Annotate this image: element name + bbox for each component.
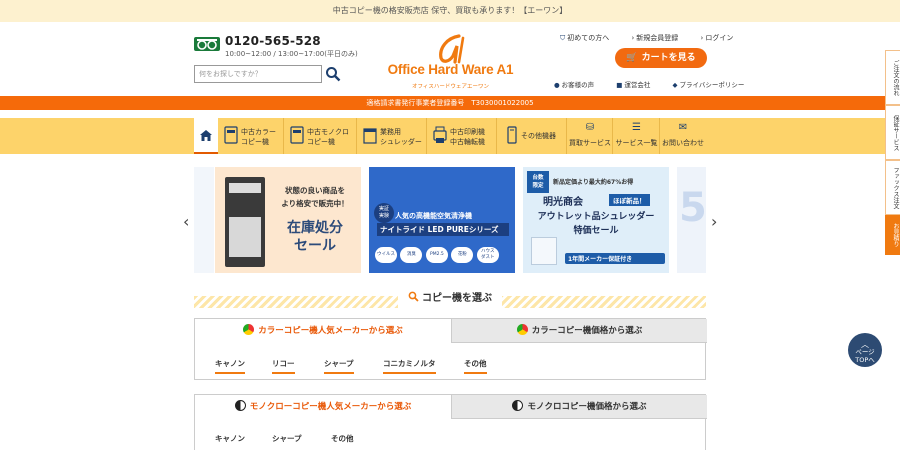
maker-canon[interactable]: キャノン bbox=[215, 358, 245, 374]
first-time-link[interactable]: ⛉ 初めての方へ bbox=[560, 34, 619, 42]
nav-services[interactable]: ☰ サービス一覧 bbox=[613, 118, 660, 154]
side-tab-warranty[interactable]: 保証サービス bbox=[885, 105, 900, 160]
freedial-icon bbox=[194, 37, 220, 51]
nav-buyback[interactable]: ⛁ 買取サービス bbox=[567, 118, 613, 154]
mono-copier-panel: モノクローコピー機人気メーカーから選ぶ モノクロコピー機価格から選ぶ キャノン … bbox=[194, 394, 707, 450]
voice-link[interactable]: ● お客様の声 bbox=[554, 81, 604, 89]
copier-icon bbox=[290, 126, 304, 144]
printer-icon bbox=[433, 126, 447, 143]
slide2-line1: 人気の高機能空気清浄機 bbox=[395, 212, 472, 220]
invoice-number-bar: 適格請求書発行事業者登録番号 T3030001022005 bbox=[0, 96, 900, 110]
register-link[interactable]: › 新規会員登録 bbox=[631, 34, 688, 42]
slider-next-arrow[interactable]: › bbox=[711, 212, 717, 231]
search-input[interactable]: 何をお探しですか？ bbox=[194, 65, 322, 83]
privacy-link[interactable]: ◆ プライバシーポリシー bbox=[672, 81, 754, 89]
slide3-warranty: 1年間メーカー保証付き bbox=[565, 253, 665, 264]
mono-ball-icon bbox=[234, 400, 246, 411]
slide-edge-right: 5 bbox=[677, 167, 706, 273]
nav-shredder[interactable]: 業務用 シュレッダー bbox=[357, 118, 427, 154]
list-icon: ☰ bbox=[632, 122, 641, 133]
nav-printer[interactable]: 中古印刷機 中古輪転機 bbox=[427, 118, 497, 154]
slide1-headline: 在庫処分 セール bbox=[287, 220, 343, 254]
slider-prev-arrow[interactable]: ‹ bbox=[183, 212, 189, 231]
slide-shredder-sale[interactable]: 台数 限定 新品定価より最大約67%お得 明光商会 ほぼ新品！ アウトレット品シ… bbox=[523, 167, 669, 273]
site-header: 0120-565-528 10:00~12:00 / 13:00~17:00(平… bbox=[0, 22, 900, 96]
side-tab-order-flow[interactable]: ご注文の流れ bbox=[885, 50, 900, 105]
top-announcement: 中古コピー機の格安販売店 保守、買取も承ります！【エーワン】 bbox=[0, 0, 900, 22]
section-title: コピー機を選ぶ bbox=[194, 289, 706, 309]
copier-icon bbox=[224, 126, 238, 144]
bag-icon: ⛁ bbox=[585, 122, 595, 133]
maker-sharp[interactable]: シャープ bbox=[272, 433, 302, 447]
logo-text: Office Hard Ware A1 bbox=[387, 62, 514, 77]
slide3-discount: 新品定価より最大約67%お得 bbox=[553, 179, 634, 186]
maker-canon[interactable]: キャノン bbox=[215, 433, 245, 447]
site-logo[interactable]: Office Hard Ware A1 オフィスハードウェアエーワン bbox=[383, 34, 518, 92]
main-nav: 中古カラー コピー機 中古モノクロ コピー機 業務用 シュレッダー 中古印刷機 … bbox=[0, 118, 900, 154]
slide2-badge: 実証 実験 bbox=[374, 203, 394, 223]
maker-other[interactable]: その他 bbox=[464, 358, 487, 374]
nav-other-devices[interactable]: その他機器 bbox=[497, 118, 567, 154]
nav-contact[interactable]: ✉ お問い合わせ bbox=[660, 118, 706, 154]
logo-subtext: オフィスハードウェアエーワン bbox=[412, 84, 489, 90]
slide-air-purifier[interactable]: 実証 実験 人気の高機能空気清浄機 ナイトライド LED PUREシリーズ ウイ… bbox=[369, 167, 515, 273]
banner-slider: 状態の良い商品を より格安で販売中！ 在庫処分 セール 実証 実験 人気の高機能… bbox=[194, 167, 706, 273]
maker-sharp[interactable]: シャープ bbox=[324, 358, 354, 374]
nav-color-copier[interactable]: 中古カラー コピー機 bbox=[218, 118, 284, 154]
header-bottom-links: ● お客様の声 ■ 運営会社 ◆ プライバシーポリシー bbox=[554, 79, 764, 89]
nav-home[interactable] bbox=[194, 118, 218, 154]
cart-button[interactable]: 🛒 カートを見る bbox=[615, 48, 707, 68]
shredder-image bbox=[531, 237, 557, 265]
search-icon bbox=[408, 291, 419, 302]
slide2-line2: ナイトライド LED PUREシリーズ bbox=[377, 223, 509, 236]
slide2-tags: ウイルス 消臭 PM2.5 花粉 ハウス ダスト bbox=[375, 247, 511, 263]
color-copier-panel: カラーコピー機人気メーカーから選ぶ カラーコピー機価格から選ぶ キャノン リコー… bbox=[194, 318, 707, 380]
tab-color-by-maker[interactable]: カラーコピー機人気メーカーから選ぶ bbox=[195, 319, 451, 343]
shredder-icon bbox=[363, 128, 377, 144]
phone-hours: 10:00~12:00 / 13:00~17:00(平日のみ) bbox=[225, 50, 358, 58]
logo-mark-icon bbox=[439, 34, 465, 64]
home-icon bbox=[200, 130, 212, 141]
page-top-button[interactable]: ︿ ページ TOPへ bbox=[848, 333, 882, 367]
slide3-tag: ほぼ新品！ bbox=[609, 194, 650, 206]
slide3-line2: 特価セール bbox=[573, 226, 619, 236]
color-ball-icon bbox=[243, 324, 255, 335]
slide3-line1: アウトレット品シュレッダー bbox=[537, 212, 655, 222]
nav-mono-copier[interactable]: 中古モノクロ コピー機 bbox=[284, 118, 357, 154]
company-link[interactable]: ■ 運営会社 bbox=[616, 81, 660, 89]
maker-ricoh[interactable]: リコー bbox=[272, 358, 295, 374]
slide3-brand: 明光商会 bbox=[543, 197, 583, 208]
tab-mono-by-price[interactable]: モノクロコピー機価格から選ぶ bbox=[451, 395, 707, 419]
tab-mono-by-maker[interactable]: モノクローコピー機人気メーカーから選ぶ bbox=[195, 395, 451, 419]
side-tabs: ご注文の流れ 保証サービス ファックス注文 お見積り bbox=[885, 50, 900, 255]
cart-icon: 🛒 bbox=[626, 53, 638, 63]
mail-icon: ✉ bbox=[678, 122, 688, 133]
phone-number[interactable]: 0120-565-528 bbox=[225, 34, 321, 48]
slide-edge-left bbox=[194, 167, 214, 273]
mono-ball-icon bbox=[512, 400, 524, 411]
search-icon[interactable] bbox=[325, 66, 341, 82]
maker-other[interactable]: その他 bbox=[331, 433, 354, 447]
color-ball-icon bbox=[516, 324, 528, 335]
device-icon bbox=[507, 126, 517, 144]
slide1-line1: 状態の良い商品を bbox=[285, 186, 345, 195]
header-top-links: ⛉ 初めての方へ › 新規会員登録 › ログイン bbox=[560, 33, 753, 43]
slide3-badge: 台数 限定 bbox=[527, 171, 549, 193]
login-link[interactable]: › ログイン bbox=[701, 34, 744, 42]
slide-stock-sale[interactable]: 状態の良い商品を より格安で販売中！ 在庫処分 セール bbox=[215, 167, 361, 273]
copier-image bbox=[225, 177, 265, 267]
maker-konica-minolta[interactable]: コニカミノルタ bbox=[383, 358, 436, 374]
side-tab-estimate[interactable]: お見積り bbox=[885, 215, 900, 255]
tab-color-by-price[interactable]: カラーコピー機価格から選ぶ bbox=[451, 319, 707, 343]
side-tab-fax-order[interactable]: ファックス注文 bbox=[885, 160, 900, 215]
slide1-line2: より格安で販売中！ bbox=[281, 199, 349, 208]
